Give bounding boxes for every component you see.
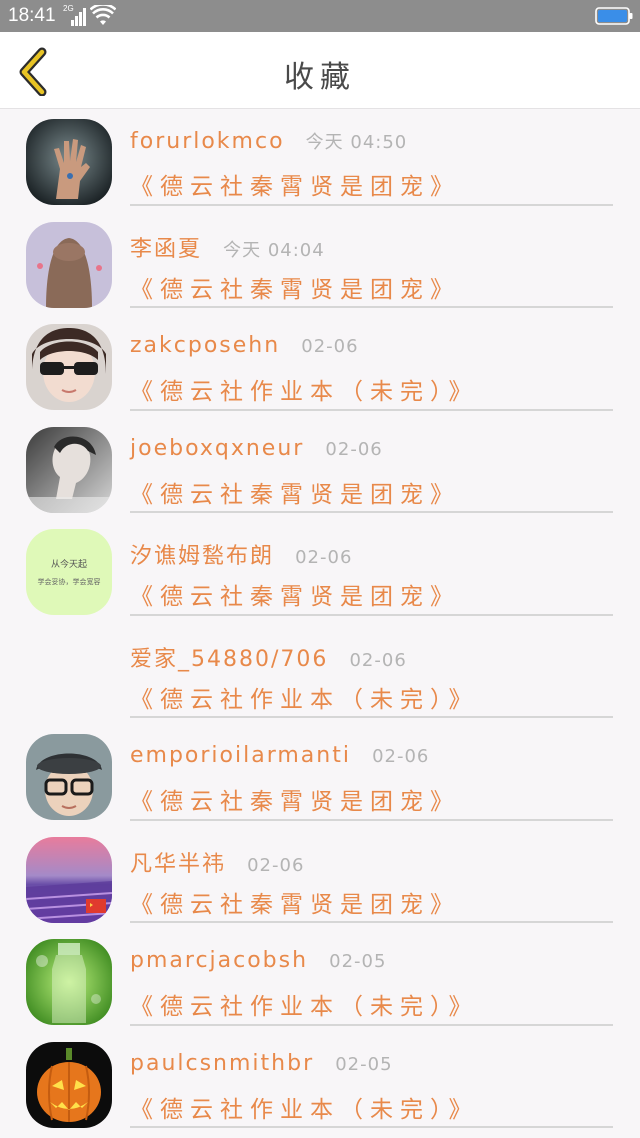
item-title: 《德云社作业本（未完）》 — [130, 1096, 479, 1123]
item-username: 李函夏 — [130, 236, 203, 262]
pumpkin-avatar-image — [26, 1041, 112, 1128]
boy-avatar-image — [26, 734, 112, 820]
divider — [130, 921, 613, 923]
item-title: 《德云社秦霄贤是团宠》 — [130, 891, 460, 918]
item-title: 《德云社秦霄贤是团宠》 — [130, 174, 460, 200]
divider — [130, 408, 613, 411]
avatar-subtext: 学会妥协，学会宽容 — [37, 578, 101, 586]
item-username: pmarcjacobsh — [130, 948, 309, 973]
list-item[interactable]: 爱家_54880/706 02-06 《德云社作业本（未完）》 — [0, 623, 640, 726]
divider — [130, 716, 613, 718]
list-item[interactable]: 李函夏 今天 04:04 《德云社秦霄贤是团宠》 — [0, 213, 640, 316]
user-avatar[interactable] — [26, 734, 112, 820]
network-type: 2G — [63, 4, 74, 13]
battery-icon — [595, 7, 633, 25]
wifi-icon — [90, 5, 116, 25]
girl-avatar-image — [26, 221, 112, 308]
page-title: 收藏 — [284, 60, 356, 95]
favorites-list: forurlokmco 今天 04:50 《德云社秦霄贤是团宠》 李函夏 今天 … — [0, 110, 640, 1135]
item-username: 凡华半祎 — [130, 851, 227, 877]
user-avatar[interactable] — [26, 836, 112, 923]
item-username: paulcsnmithbr — [130, 1050, 315, 1076]
item-time: 02-06 — [325, 438, 383, 460]
item-username: emporioilarmanti — [130, 743, 351, 768]
list-item[interactable]: 从今天起 学会妥协，学会宽容 汐谯姆甃布朗 02-06 《德云社秦霄贤是团宠》 — [0, 520, 640, 623]
item-title: 《德云社秦霄贤是团宠》 — [130, 584, 460, 610]
divider — [130, 511, 613, 513]
avatar-text: 从今天起 — [50, 560, 87, 570]
item-title: 《德云社秦霄贤是团宠》 — [130, 481, 460, 508]
status-bar: 18:41 2G — [0, 0, 640, 32]
sunglasses-avatar-image — [26, 324, 112, 410]
item-time: 02-05 — [329, 951, 387, 972]
divider — [130, 306, 613, 308]
status-time: 18:41 — [8, 5, 56, 26]
item-username: joeboxqxneur — [130, 435, 305, 461]
title-bar: 收藏 — [0, 32, 640, 109]
lavender-avatar-image — [26, 836, 112, 923]
item-time: 02-06 — [301, 336, 359, 357]
user-avatar[interactable] — [26, 324, 112, 410]
divider — [130, 1023, 613, 1026]
item-title: 《德云社作业本（未完）》 — [130, 686, 479, 713]
user-avatar[interactable] — [26, 632, 112, 718]
user-avatar[interactable]: 从今天起 学会妥协，学会宽容 — [26, 529, 112, 615]
item-title: 《德云社秦霄贤是团宠》 — [130, 789, 460, 815]
bottle-avatar-image — [26, 939, 112, 1025]
divider — [130, 203, 613, 206]
user-avatar[interactable] — [26, 1041, 112, 1128]
item-time: 今天 04:50 — [305, 132, 408, 153]
list-item[interactable]: zakcposehn 02-06 《德云社作业本（未完）》 — [0, 315, 640, 418]
list-item[interactable]: paulcsnmithbr 02-05 《德云社作业本（未完）》 — [0, 1033, 640, 1136]
list-item[interactable]: joeboxqxneur 02-06 《德云社秦霄贤是团宠》 — [0, 418, 640, 521]
item-time: 02-06 — [247, 854, 305, 876]
item-time: 今天 04:04 — [223, 239, 325, 261]
item-time: 02-06 — [349, 649, 407, 671]
item-title: 《德云社秦霄贤是团宠》 — [130, 276, 460, 303]
item-time: 02-06 — [295, 547, 353, 568]
item-username: 汐谯姆甃布朗 — [130, 544, 275, 569]
list-item[interactable]: emporioilarmanti 02-06 《德云社秦霄贤是团宠》 — [0, 725, 640, 828]
item-username: 爱家_54880/706 — [130, 646, 329, 672]
divider — [130, 1126, 613, 1128]
divider — [130, 613, 613, 616]
hand-avatar-image — [26, 119, 112, 205]
item-username: zakcposehn — [130, 333, 281, 358]
item-title: 《德云社作业本（未完）》 — [130, 994, 479, 1020]
list-item[interactable]: 凡华半祎 02-06 《德云社秦霄贤是团宠》 — [0, 828, 640, 931]
list-item[interactable]: pmarcjacobsh 02-05 《德云社作业本（未完）》 — [0, 930, 640, 1033]
item-time: 02-05 — [335, 1053, 393, 1075]
user-avatar[interactable] — [26, 119, 112, 205]
divider — [130, 818, 613, 821]
user-avatar[interactable] — [26, 426, 112, 513]
item-time: 02-06 — [372, 746, 430, 767]
user-avatar[interactable] — [26, 221, 112, 308]
item-title: 《德云社作业本（未完）》 — [130, 379, 479, 405]
item-username: forurlokmco — [130, 129, 285, 154]
list-item[interactable]: forurlokmco 今天 04:50 《德云社秦霄贤是团宠》 — [0, 110, 640, 213]
profile-avatar-image — [26, 426, 112, 513]
user-avatar[interactable] — [26, 939, 112, 1025]
